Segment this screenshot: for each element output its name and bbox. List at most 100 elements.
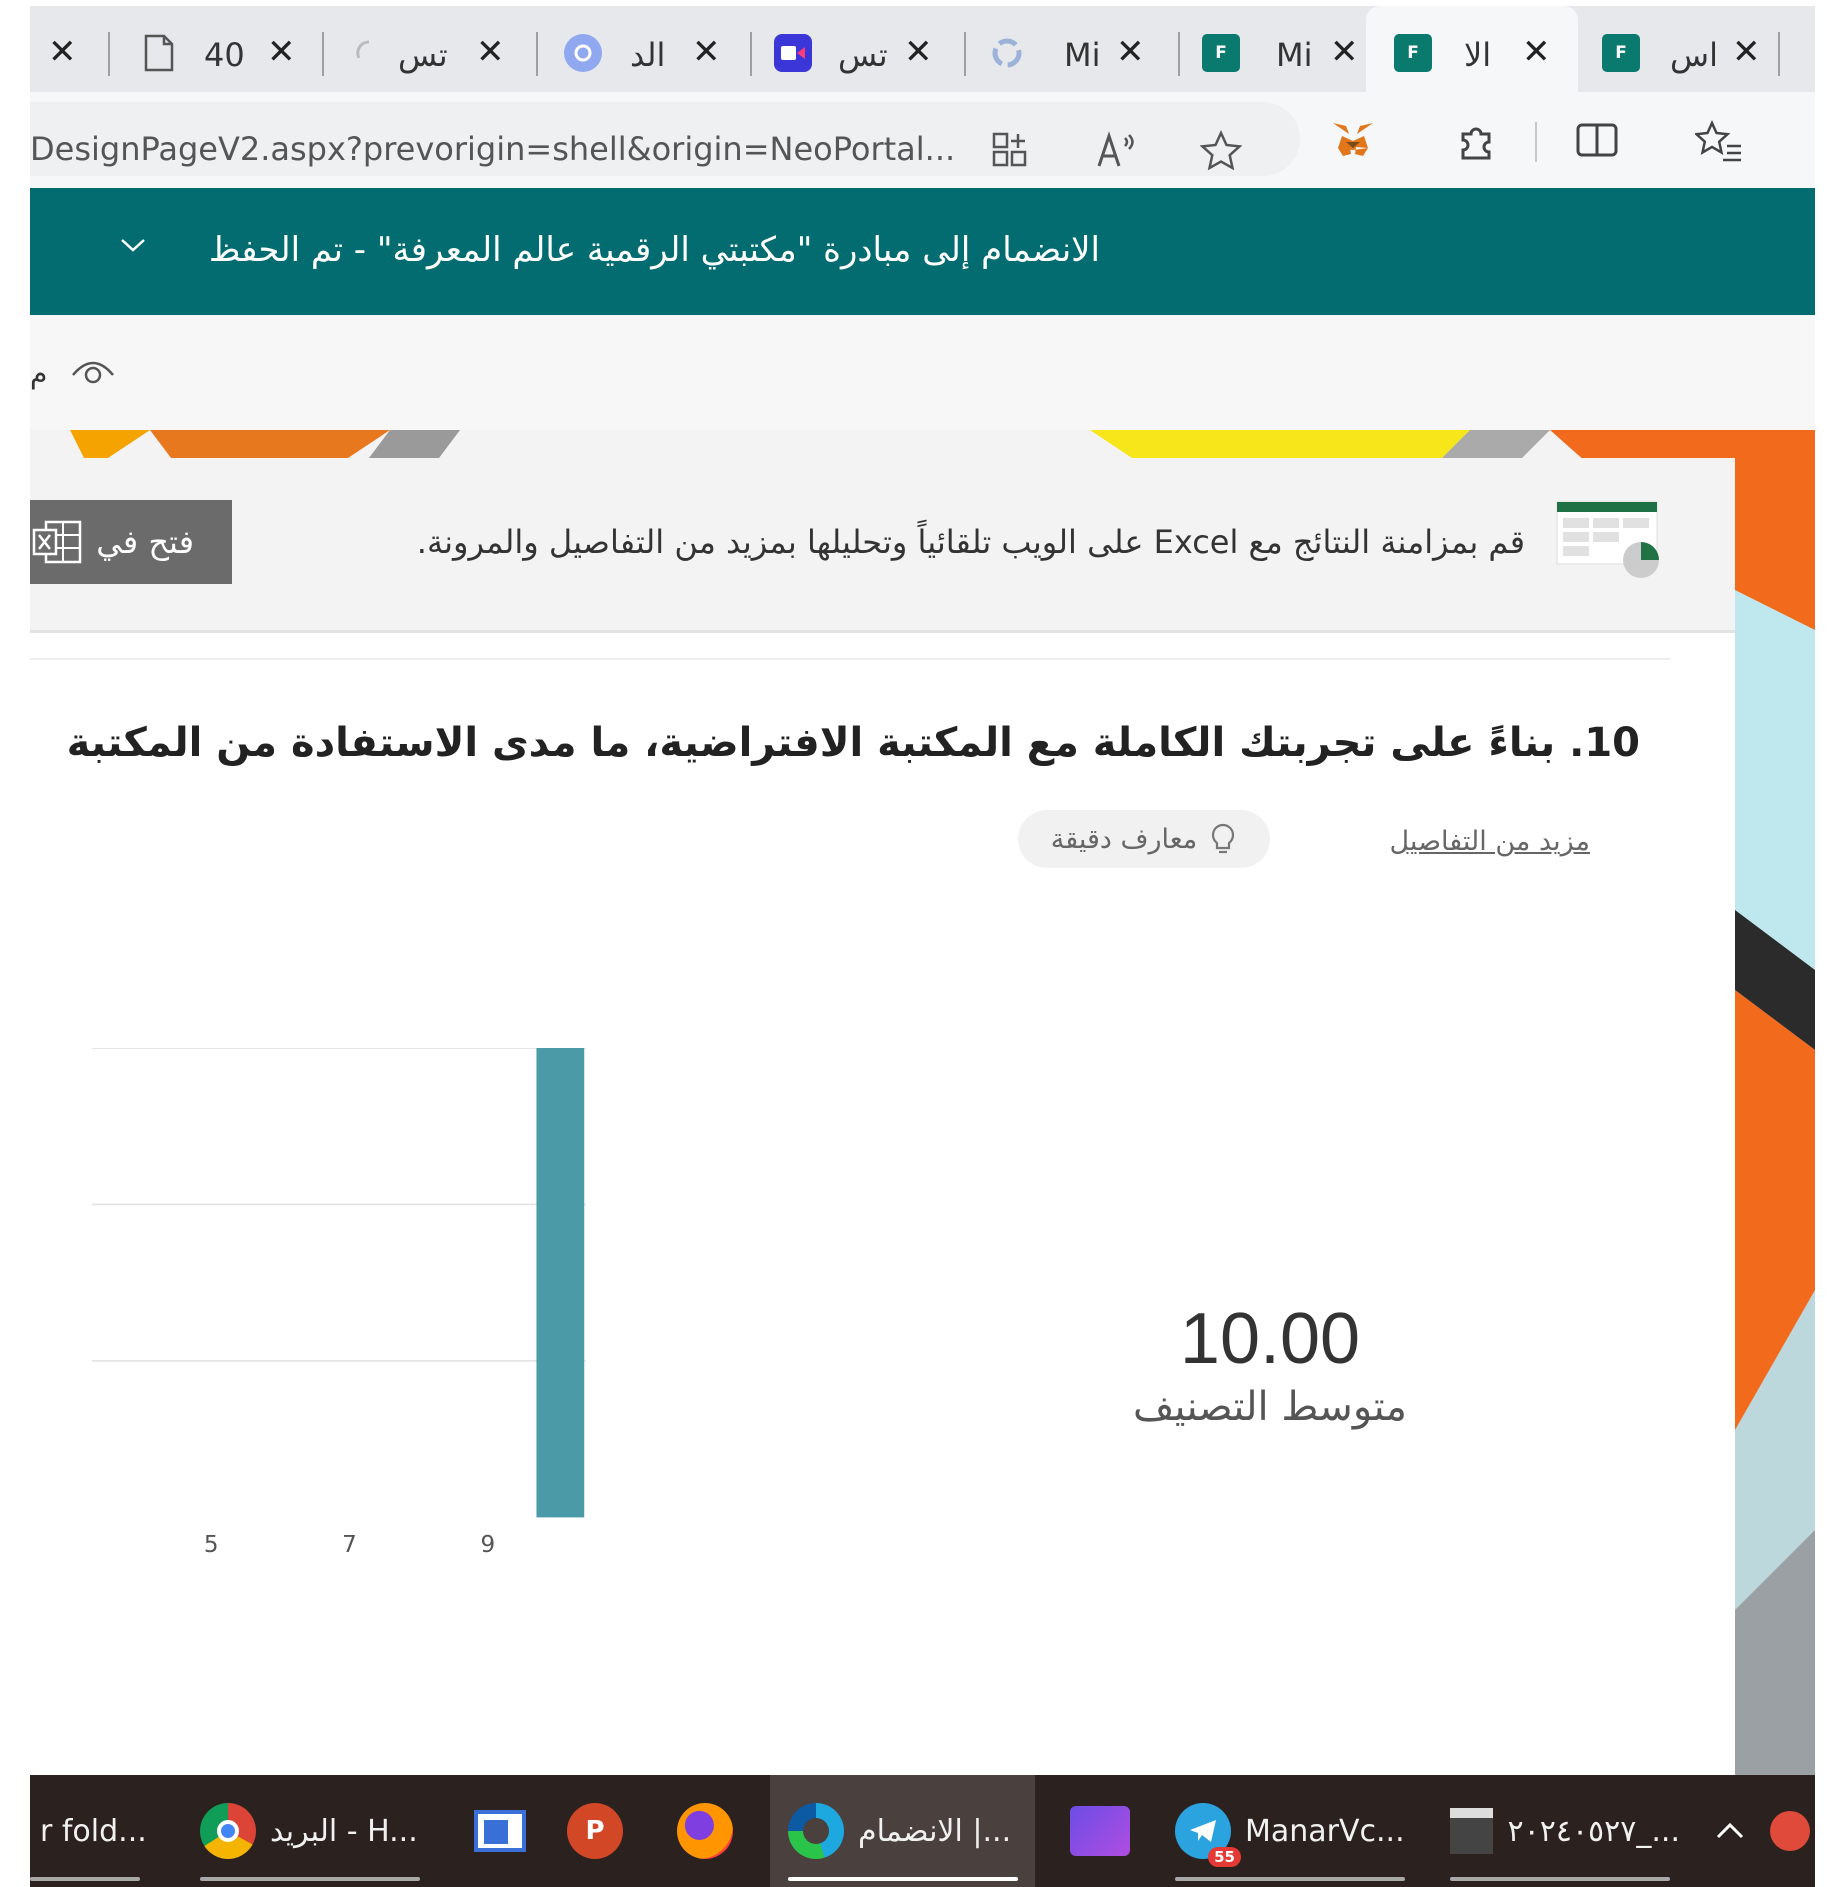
clapper-icon	[1450, 1808, 1494, 1854]
tab-separator	[964, 32, 966, 76]
loading-icon	[350, 34, 388, 72]
video-editor-icon	[1070, 1806, 1130, 1856]
browser-tab[interactable]: 40 ✕	[112, 6, 322, 92]
tab-separator	[322, 32, 324, 76]
taskbar-item-chrome[interactable]: البريد - H...	[170, 1775, 450, 1887]
taskbar-item-video-editor[interactable]	[1050, 1775, 1150, 1887]
preview-eye-icon[interactable]	[70, 355, 116, 393]
sync-icon	[988, 34, 1026, 72]
forms-icon: F	[1394, 34, 1432, 72]
read-aloud-icon[interactable]	[1095, 130, 1139, 177]
form-title[interactable]: الانضمام إلى مبادرة "مكتبتي الرقمية عالم…	[209, 230, 1100, 270]
lightbulb-icon	[1212, 823, 1235, 854]
address-bar-url[interactable]: DesignPageV2.aspx?prevorigin=shell&origi…	[30, 130, 955, 168]
tab-close-icon[interactable]: ✕	[1330, 32, 1359, 72]
taskbar-item-powerpoint[interactable]: P	[550, 1775, 640, 1887]
chevron-down-icon[interactable]	[118, 228, 148, 263]
tab-title: تس	[838, 36, 888, 74]
metamask-fox-icon[interactable]	[1330, 120, 1376, 167]
telegram-icon: 55	[1175, 1803, 1241, 1867]
chart-x-tick-label: 5	[204, 1532, 219, 1558]
show-hidden-icons-button[interactable]	[1705, 1775, 1755, 1887]
taskbar-item-firefox[interactable]	[660, 1775, 750, 1887]
taskbar-open-indicator	[30, 1877, 140, 1881]
preview-partial-label[interactable]: م	[30, 357, 47, 390]
tab-title: الا	[1464, 36, 1492, 74]
tab-title: Mi	[1276, 36, 1313, 74]
video-icon	[774, 34, 812, 72]
tab-separator	[108, 32, 110, 76]
excel-sync-text: قم بمزامنة النتائج مع Excel على الويب تل…	[416, 523, 1525, 561]
app-window-icon	[474, 1810, 526, 1852]
browser-tab[interactable]: F Mi ✕	[1182, 6, 1392, 92]
split-screen-icon[interactable]	[1575, 120, 1619, 167]
taskbar-open-indicator	[788, 1877, 1018, 1881]
browser-tab[interactable]: Mi ✕	[968, 6, 1178, 92]
address-bar[interactable]: DesignPageV2.aspx?prevorigin=shell&origi…	[30, 102, 1300, 176]
forms-icon: F	[1602, 34, 1640, 72]
insights-label: معارف دقيقة	[1050, 823, 1198, 855]
document-icon	[140, 34, 178, 72]
taskbar-item-clapper[interactable]: ٢٠٢٤٠٥٢٧_...	[1440, 1775, 1680, 1887]
chrome-icon	[200, 1803, 256, 1859]
taskbar-item-label: ManarVc...	[1245, 1813, 1405, 1849]
browser-tab[interactable]: تس ✕	[326, 6, 536, 92]
powerpoint-icon: P	[567, 1803, 623, 1859]
insights-button[interactable]: معارف دقيقة	[1018, 810, 1270, 868]
browser-tab-strip: ✕ 40 ✕ تس ✕ الد ✕ تس ✕ Mi ✕ F Mi ✕ F الا…	[30, 6, 1815, 92]
taskbar-open-indicator	[1175, 1877, 1405, 1881]
form-command-bar: م	[30, 315, 1815, 430]
tab-close-icon[interactable]: ✕	[1116, 32, 1145, 72]
tab-title: تس	[398, 36, 448, 74]
taskbar-item-telegram[interactable]: 55 ManarVc...	[1165, 1775, 1425, 1887]
tab-close-icon[interactable]: ✕	[1732, 32, 1761, 72]
average-rating-value: 10.00	[1179, 1299, 1361, 1379]
browser-toolbar: DesignPageV2.aspx?prevorigin=shell&origi…	[30, 92, 1815, 188]
tray-app[interactable]	[1765, 1775, 1815, 1887]
taskbar-item-folder[interactable]: r fold...	[30, 1775, 150, 1887]
browser-tab[interactable]: F اس ✕	[1582, 6, 1792, 92]
taskbar-item-app[interactable]	[455, 1775, 545, 1887]
browser-tab[interactable]: الد ✕	[540, 6, 750, 92]
chart-x-tick-label: 7	[342, 1532, 357, 1558]
spreadsheet-illustration-icon	[1555, 500, 1665, 584]
browser-tab[interactable]: تس ✕	[754, 6, 964, 92]
firefox-icon	[677, 1803, 733, 1859]
chart-bar[interactable]	[536, 1048, 585, 1518]
tab-close-icon[interactable]: ✕	[1522, 32, 1551, 72]
excel-icon	[33, 520, 82, 564]
favorite-star-icon[interactable]	[1199, 129, 1243, 177]
average-rating-label: متوسط التصنيف	[1133, 1384, 1407, 1430]
chart-x-tick-label: 9	[481, 1532, 496, 1558]
tab-close-icon[interactable]: ✕	[48, 32, 77, 72]
notification-badge: 55	[1208, 1847, 1241, 1867]
open-in-excel-button[interactable]: فتح في	[30, 500, 232, 584]
taskbar-item-edge-active[interactable]: الانضمام |...	[770, 1775, 1035, 1887]
forms-header-bar: الانضمام إلى مبادرة "مكتبتي الرقمية عالم…	[30, 188, 1815, 315]
tab-close-icon[interactable]: ✕	[692, 32, 721, 72]
more-details-link[interactable]: مزيد من التفاصيل	[1389, 826, 1590, 857]
taskbar-item-label: ٢٠٢٤٠٥٢٧_...	[1507, 1813, 1680, 1849]
taskbar-item-label: الانضمام |...	[858, 1813, 1012, 1849]
taskbar-item-label: r fold...	[40, 1813, 147, 1849]
tab-separator	[536, 32, 538, 76]
extensions-puzzle-icon[interactable]	[1455, 120, 1497, 169]
browser-tab[interactable]: ✕	[30, 6, 110, 92]
tab-separator	[1178, 32, 1180, 76]
copilot-icon	[564, 34, 602, 72]
section-divider	[30, 658, 1670, 660]
windows-taskbar: r fold... البريد - H... P الانضمام |... …	[30, 1775, 1815, 1887]
average-rating-block: 10.00 متوسط التصنيف	[1045, 1298, 1495, 1430]
tab-close-icon[interactable]: ✕	[476, 32, 505, 72]
browser-tab-active[interactable]: F الا ✕	[1366, 6, 1578, 92]
tab-close-icon[interactable]: ✕	[904, 32, 933, 72]
form-response-card: قم بمزامنة النتائج مع Excel على الويب تل…	[30, 458, 1735, 1775]
tab-close-icon[interactable]: ✕	[267, 32, 296, 72]
tab-title: Mi	[1064, 36, 1101, 74]
tab-title: اس	[1670, 36, 1718, 74]
favorites-list-icon[interactable]	[1693, 119, 1743, 169]
tab-separator	[750, 32, 752, 76]
tray-app-icon	[1770, 1811, 1810, 1851]
app-available-icon[interactable]	[990, 130, 1030, 177]
forms-icon: F	[1202, 34, 1240, 72]
